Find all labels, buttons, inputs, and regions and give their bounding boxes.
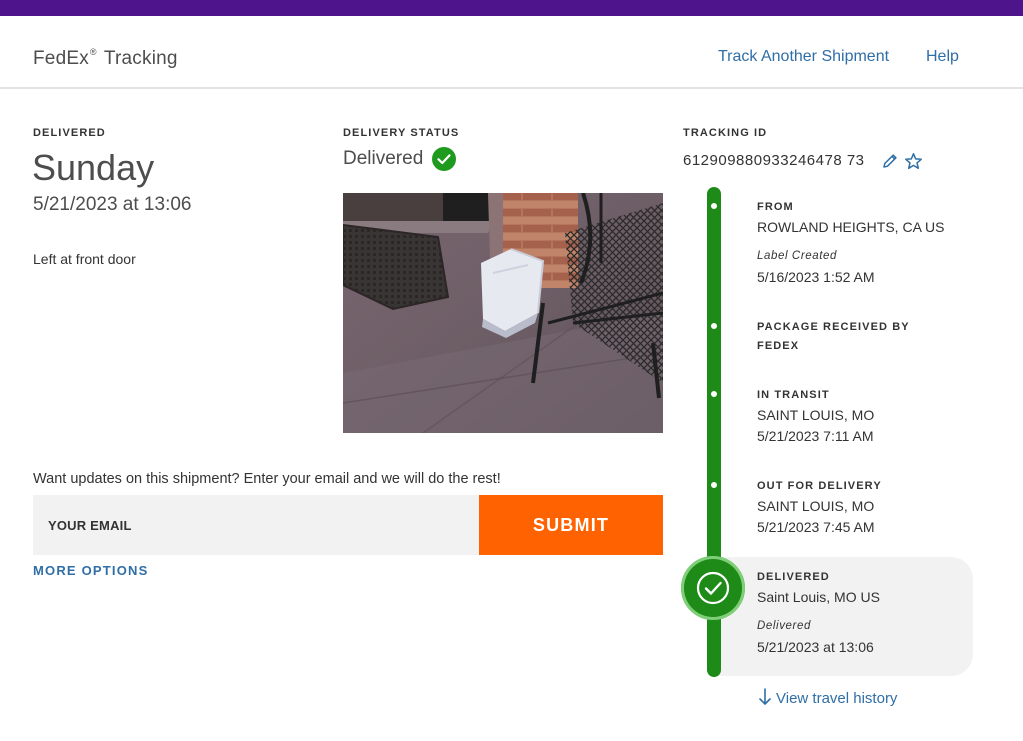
timeline-received-line1: PACKAGE RECEIVED BY [757, 321, 910, 333]
delivery-datetime: 5/21/2023 at 13:06 [33, 194, 192, 215]
help-link[interactable]: Help [926, 48, 959, 66]
timeline-delivered-title: DELIVERED [757, 571, 830, 583]
timeline-received-line2: FEDEX [757, 340, 800, 352]
delivery-status-value: Delivered [343, 148, 424, 169]
brand-name: FedEx [33, 48, 89, 69]
updates-prompt: Want updates on this shipment? Enter you… [33, 471, 501, 487]
more-options-link[interactable]: MORE OPTIONS [33, 563, 149, 578]
check-circle-icon [681, 556, 745, 620]
timeline-out-for-delivery-location: SAINT LOUIS, MO [757, 498, 875, 514]
registered-mark: ® [89, 47, 97, 57]
page-header: FedEx® Tracking Track Another Shipment H… [0, 16, 1023, 89]
delivery-day: Sunday [32, 147, 155, 188]
timeline-dot [711, 203, 717, 209]
timeline-delivered-event: Delivered [757, 620, 811, 632]
timeline-dot [711, 391, 717, 397]
tracking-id-label: TRACKING ID [683, 127, 768, 139]
timeline-dot [711, 482, 717, 488]
track-another-shipment-link[interactable]: Track Another Shipment [718, 48, 889, 66]
view-travel-history-label: View travel history [776, 690, 898, 707]
proof-of-delivery-photo [343, 193, 663, 433]
timeline-transit-title: IN TRANSIT [757, 389, 830, 401]
brand-suffix: Tracking [103, 48, 178, 69]
delivered-label: DELIVERED [33, 127, 106, 139]
submit-button[interactable]: SUBMIT [479, 495, 663, 555]
brand-title: FedEx® Tracking [33, 47, 178, 70]
timeline-dot [711, 323, 717, 329]
check-circle-icon [432, 147, 456, 171]
timeline-from-time: 5/16/2023 1:52 AM [757, 269, 875, 285]
timeline-delivered-time: 5/21/2023 at 13:06 [757, 639, 874, 655]
timeline-out-for-delivery-title: OUT FOR DELIVERY [757, 480, 882, 492]
timeline-from-location: ROWLAND HEIGHTS, CA US [757, 219, 945, 235]
timeline-from-event: Label Created [757, 250, 838, 262]
timeline-from-title: FROM [757, 201, 794, 213]
timeline-received-title: PACKAGE RECEIVED BY FEDEX [757, 318, 957, 356]
pencil-icon[interactable] [881, 152, 899, 170]
timeline-out-for-delivery-time: 5/21/2023 7:45 AM [757, 519, 875, 535]
view-travel-history-link[interactable]: View travel history [758, 688, 897, 707]
tracking-number: 612909880933246478 73 [683, 152, 865, 169]
email-placeholder: YOUR EMAIL [48, 518, 132, 533]
timeline-delivered-location: Saint Louis, MO US [757, 589, 880, 605]
star-icon[interactable] [904, 152, 923, 171]
delivery-status-label: DELIVERY STATUS [343, 127, 460, 139]
arrow-down-icon [758, 688, 772, 706]
timeline-transit-time: 5/21/2023 7:11 AM [757, 428, 874, 444]
timeline-transit-location: SAINT LOUIS, MO [757, 407, 875, 423]
top-brand-bar [0, 0, 1023, 16]
delivery-note: Left at front door [33, 251, 136, 267]
